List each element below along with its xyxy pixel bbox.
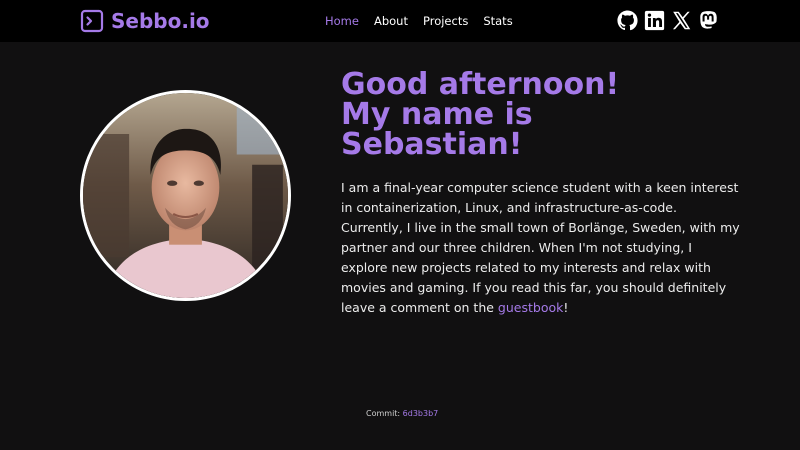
linkedin-link[interactable] [644, 10, 665, 31]
mastodon-link[interactable] [698, 10, 719, 31]
navbar: Sebbo.io Home About Projects Stats [0, 0, 800, 42]
mastodon-icon [700, 11, 717, 29]
commit-hash-link[interactable]: 6d3b3b7 [403, 409, 439, 418]
terminal-icon [80, 9, 104, 33]
guestbook-link[interactable]: guestbook [498, 300, 563, 315]
nav-about-link[interactable]: About [374, 14, 408, 28]
nav-projects-link[interactable]: Projects [423, 14, 468, 28]
nav-home-link[interactable]: Home [325, 14, 359, 28]
github-link[interactable] [617, 10, 638, 31]
social-links [617, 10, 725, 31]
commit-label: Commit: [366, 409, 401, 418]
linkedin-icon [644, 10, 665, 31]
greeting-heading: Good afternoon! My name is Sebastian! [341, 70, 761, 160]
github-icon [617, 10, 638, 31]
brand-name: Sebbo.io [111, 9, 210, 33]
bio-text: I am a final-year computer science stude… [341, 180, 740, 315]
nav-stats-link[interactable]: Stats [483, 14, 512, 28]
brand-link[interactable]: Sebbo.io [80, 9, 210, 33]
bio-paragraph: I am a final-year computer science stude… [341, 178, 741, 318]
x-icon [672, 11, 691, 30]
greeting-line: Sebastian! [341, 127, 523, 162]
main-nav: Home About Projects Stats [325, 14, 528, 28]
profile-photo [80, 90, 291, 301]
x-link[interactable] [671, 10, 692, 31]
bio-end: ! [563, 300, 569, 315]
commit-info: Commit: 6d3b3b7 [366, 409, 438, 419]
